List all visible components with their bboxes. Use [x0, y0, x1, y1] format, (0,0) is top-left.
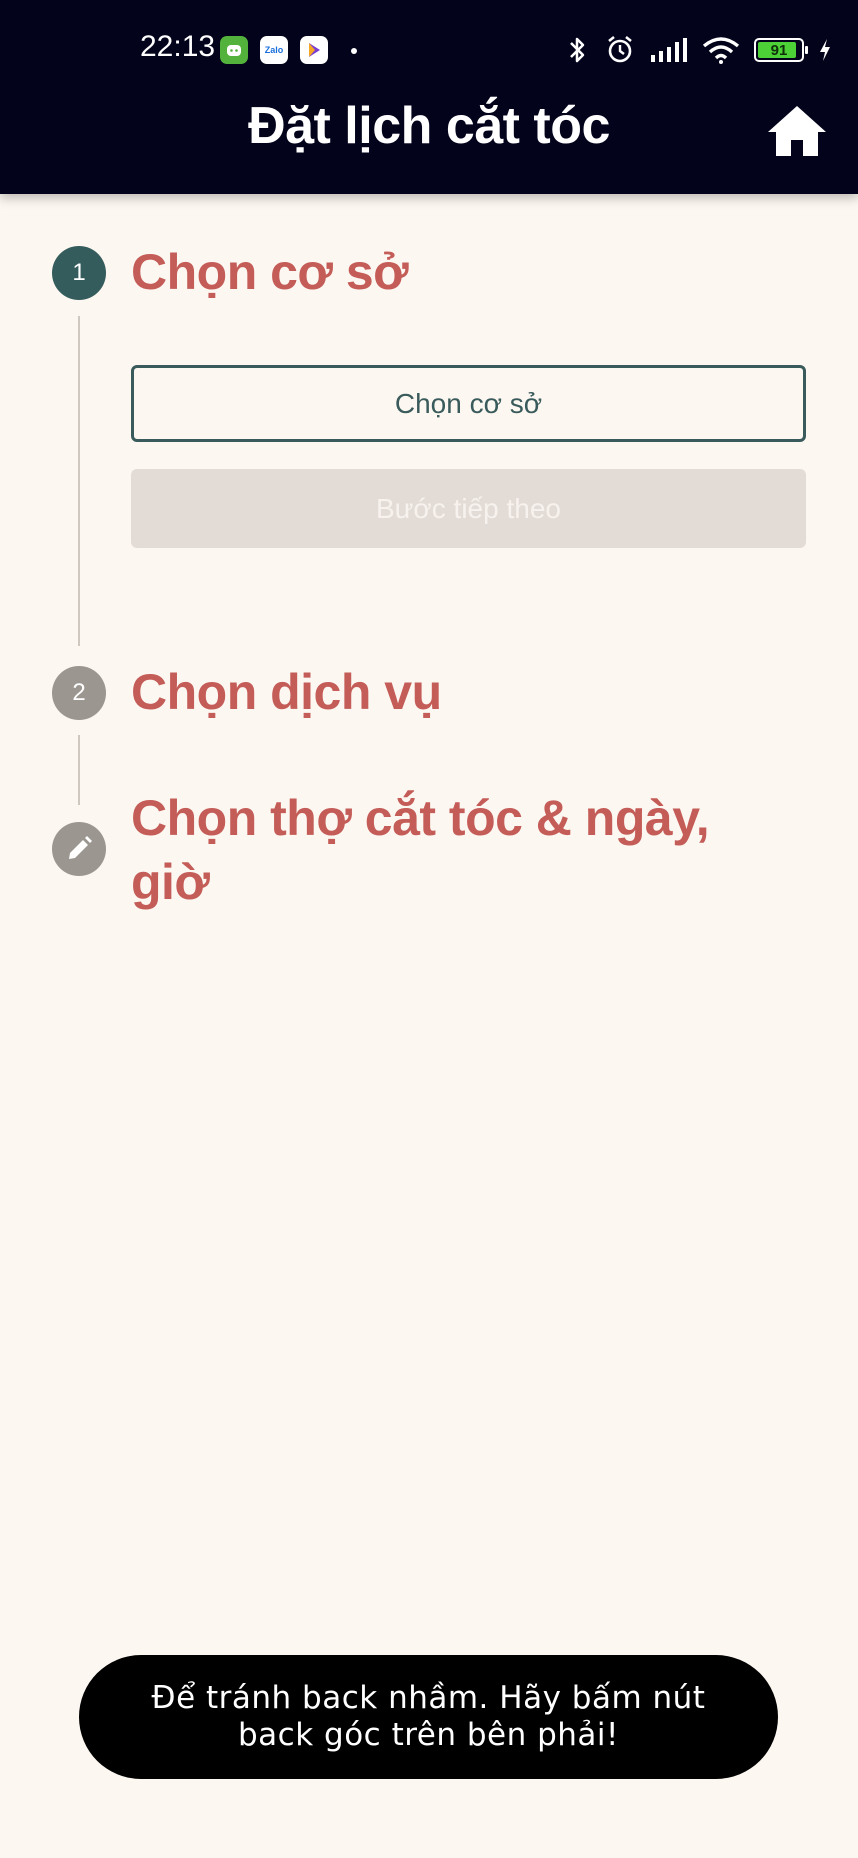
- step-3-indicator: [52, 822, 106, 876]
- toast-message: Để tránh back nhầm. Hãy bấm nút back góc…: [79, 1655, 778, 1779]
- home-button[interactable]: [766, 102, 828, 160]
- next-step-button[interactable]: Bước tiếp theo: [131, 469, 806, 548]
- battery-level: 91: [770, 41, 788, 59]
- step-2-indicator: 2: [52, 666, 106, 720]
- step-connector-2: [78, 735, 80, 805]
- zalo-icon: Zalo: [260, 36, 288, 64]
- step-2-number: 2: [72, 679, 86, 706]
- page-title: Đặt lịch cắt tóc: [248, 97, 610, 155]
- step-1-indicator: 1: [52, 246, 106, 300]
- battery-icon: 91: [754, 38, 808, 62]
- more-notifications-dot: [351, 48, 357, 54]
- wifi-icon: [702, 36, 740, 64]
- play-store-icon: [300, 36, 328, 64]
- charging-icon: [818, 38, 832, 62]
- alarm-icon: [604, 34, 636, 66]
- select-branch-button[interactable]: Chọn cơ sở: [131, 365, 806, 442]
- status-time: 22:13: [140, 30, 216, 63]
- step-2-title[interactable]: Chọn dịch vụ: [131, 660, 442, 724]
- home-icon: [768, 106, 826, 156]
- status-icons: 91: [564, 30, 832, 70]
- app-top-bar: 22:13 Zalo 91 Đặt lịch cắt tóc: [0, 0, 858, 194]
- messaging-app-icon: [220, 36, 248, 64]
- status-bar: 22:13 Zalo 91: [0, 26, 858, 72]
- bluetooth-icon: [564, 35, 590, 65]
- step-1-title[interactable]: Chọn cơ sở: [131, 240, 409, 304]
- step-3-title[interactable]: Chọn thợ cắt tóc & ngày, giờ: [131, 786, 771, 914]
- signal-icon: [650, 37, 688, 63]
- step-1-number: 1: [72, 259, 86, 286]
- pencil-icon: [69, 836, 92, 859]
- step-connector-1: [78, 316, 80, 646]
